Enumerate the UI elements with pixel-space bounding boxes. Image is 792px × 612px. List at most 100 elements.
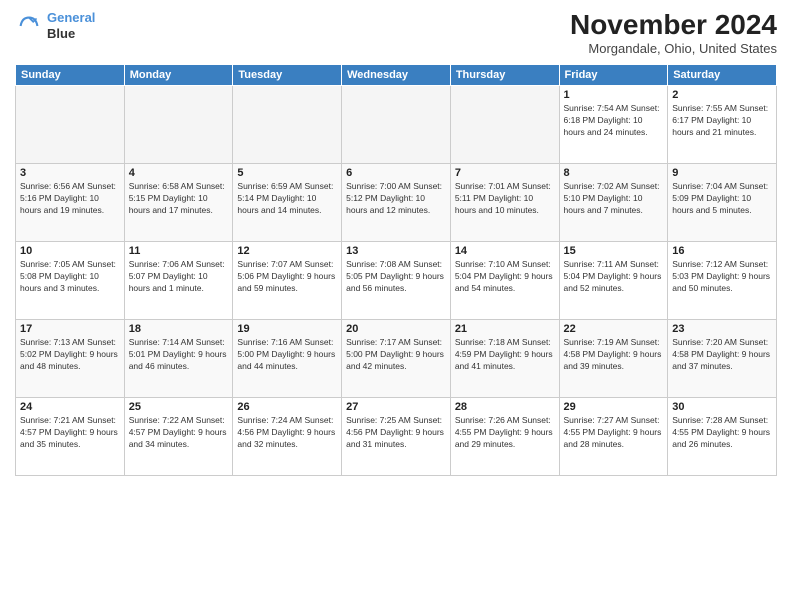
header: General Blue November 2024 Morgandale, O… — [15, 10, 777, 56]
day-info: Sunrise: 6:58 AM Sunset: 5:15 PM Dayligh… — [129, 181, 229, 217]
calendar-cell: 16 Sunrise: 7:12 AM Sunset: 5:03 PM Dayli… — [668, 241, 777, 319]
calendar-cell: 13Sunrise: 7:08 AM Sunset: 5:05 PM Dayli… — [342, 241, 451, 319]
calendar-cell: 22Sunrise: 7:19 AM Sunset: 4:58 PM Dayli… — [559, 319, 668, 397]
calendar-cell: 15Sunrise: 7:11 AM Sunset: 5:04 PM Dayli… — [559, 241, 668, 319]
calendar-header-row: SundayMondayTuesdayWednesdayThursdayFrid… — [16, 64, 777, 85]
calendar-cell: 18 Sunrise: 7:14 AM Sunset: 5:01 PM Dayli… — [124, 319, 233, 397]
calendar-cell: 14 Sunrise: 7:10 AM Sunset: 5:04 PM Dayli… — [450, 241, 559, 319]
title-block: November 2024 Morgandale, Ohio, United S… — [570, 10, 777, 56]
calendar-day-header: Thursday — [450, 64, 559, 85]
logo: General Blue — [15, 10, 95, 41]
day-info: Sunrise: 7:17 AM Sunset: 5:00 PM Dayligh… — [346, 337, 446, 373]
day-number: 28 — [455, 401, 555, 413]
calendar-day-header: Friday — [559, 64, 668, 85]
day-number: 21 — [455, 323, 555, 335]
calendar-cell: 11 Sunrise: 7:06 AM Sunset: 5:07 PM Dayli… — [124, 241, 233, 319]
calendar-cell: 30 Sunrise: 7:28 AM Sunset: 4:55 PM Dayli… — [668, 397, 777, 475]
day-info: Sunrise: 7:26 AM Sunset: 4:55 PM Dayligh… — [455, 415, 555, 451]
calendar-cell: 27 Sunrise: 7:25 AM Sunset: 4:56 PM Dayli… — [342, 397, 451, 475]
calendar-day-header: Sunday — [16, 64, 125, 85]
day-number: 24 — [20, 401, 120, 413]
day-number: 5 — [237, 167, 337, 179]
calendar-table: SundayMondayTuesdayWednesdayThursdayFrid… — [15, 64, 777, 476]
day-info: Sunrise: 7:16 AM Sunset: 5:00 PM Dayligh… — [237, 337, 337, 373]
day-number: 8 — [564, 167, 664, 179]
calendar-week-row: 10 Sunrise: 7:05 AM Sunset: 5:08 PM Dayli… — [16, 241, 777, 319]
calendar-cell — [233, 85, 342, 163]
day-number: 29 — [564, 401, 664, 413]
day-number: 9 — [672, 167, 772, 179]
day-number: 14 — [455, 245, 555, 257]
day-number: 4 — [129, 167, 229, 179]
location: Morgandale, Ohio, United States — [570, 41, 777, 56]
day-number: 23 — [672, 323, 772, 335]
month-title: November 2024 — [570, 10, 777, 41]
day-info: Sunrise: 7:04 AM Sunset: 5:09 PM Dayligh… — [672, 181, 772, 217]
day-number: 25 — [129, 401, 229, 413]
day-info: Sunrise: 6:56 AM Sunset: 5:16 PM Dayligh… — [20, 181, 120, 217]
calendar-cell: 2Sunrise: 7:55 AM Sunset: 6:17 PM Daylig… — [668, 85, 777, 163]
day-number: 30 — [672, 401, 772, 413]
logo-icon — [15, 12, 43, 40]
day-info: Sunrise: 7:08 AM Sunset: 5:05 PM Dayligh… — [346, 259, 446, 295]
calendar-day-header: Wednesday — [342, 64, 451, 85]
calendar-cell: 8 Sunrise: 7:02 AM Sunset: 5:10 PM Daylig… — [559, 163, 668, 241]
calendar-cell — [16, 85, 125, 163]
day-number: 11 — [129, 245, 229, 257]
calendar-cell: 7 Sunrise: 7:01 AM Sunset: 5:11 PM Daylig… — [450, 163, 559, 241]
day-number: 10 — [20, 245, 120, 257]
day-number: 17 — [20, 323, 120, 335]
day-info: Sunrise: 7:14 AM Sunset: 5:01 PM Dayligh… — [129, 337, 229, 373]
calendar-week-row: 17 Sunrise: 7:13 AM Sunset: 5:02 PM Dayli… — [16, 319, 777, 397]
calendar-cell: 29Sunrise: 7:27 AM Sunset: 4:55 PM Dayli… — [559, 397, 668, 475]
calendar-cell — [124, 85, 233, 163]
calendar-cell: 28 Sunrise: 7:26 AM Sunset: 4:55 PM Dayli… — [450, 397, 559, 475]
calendar-cell: 24Sunrise: 7:21 AM Sunset: 4:57 PM Dayli… — [16, 397, 125, 475]
calendar-week-row: 3Sunrise: 6:56 AM Sunset: 5:16 PM Daylig… — [16, 163, 777, 241]
calendar-day-header: Saturday — [668, 64, 777, 85]
day-info: Sunrise: 7:00 AM Sunset: 5:12 PM Dayligh… — [346, 181, 446, 217]
day-info: Sunrise: 7:20 AM Sunset: 4:58 PM Dayligh… — [672, 337, 772, 373]
day-info: Sunrise: 7:25 AM Sunset: 4:56 PM Dayligh… — [346, 415, 446, 451]
calendar-cell: 5 Sunrise: 6:59 AM Sunset: 5:14 PM Daylig… — [233, 163, 342, 241]
page-container: General Blue November 2024 Morgandale, O… — [0, 0, 792, 481]
day-info: Sunrise: 7:01 AM Sunset: 5:11 PM Dayligh… — [455, 181, 555, 217]
day-info: Sunrise: 7:13 AM Sunset: 5:02 PM Dayligh… — [20, 337, 120, 373]
day-number: 12 — [237, 245, 337, 257]
day-number: 18 — [129, 323, 229, 335]
day-number: 27 — [346, 401, 446, 413]
calendar-cell: 4 Sunrise: 6:58 AM Sunset: 5:15 PM Daylig… — [124, 163, 233, 241]
day-info: Sunrise: 7:10 AM Sunset: 5:04 PM Dayligh… — [455, 259, 555, 295]
day-info: Sunrise: 7:24 AM Sunset: 4:56 PM Dayligh… — [237, 415, 337, 451]
calendar-cell: 23 Sunrise: 7:20 AM Sunset: 4:58 PM Dayli… — [668, 319, 777, 397]
day-info: Sunrise: 7:06 AM Sunset: 5:07 PM Dayligh… — [129, 259, 229, 295]
day-info: Sunrise: 7:28 AM Sunset: 4:55 PM Dayligh… — [672, 415, 772, 451]
day-info: Sunrise: 6:59 AM Sunset: 5:14 PM Dayligh… — [237, 181, 337, 217]
day-number: 2 — [672, 89, 772, 101]
calendar-day-header: Tuesday — [233, 64, 342, 85]
day-info: Sunrise: 7:22 AM Sunset: 4:57 PM Dayligh… — [129, 415, 229, 451]
day-number: 19 — [237, 323, 337, 335]
day-info: Sunrise: 7:18 AM Sunset: 4:59 PM Dayligh… — [455, 337, 555, 373]
calendar-cell: 1Sunrise: 7:54 AM Sunset: 6:18 PM Daylig… — [559, 85, 668, 163]
day-number: 22 — [564, 323, 664, 335]
calendar-cell: 19 Sunrise: 7:16 AM Sunset: 5:00 PM Dayli… — [233, 319, 342, 397]
calendar-cell: 12 Sunrise: 7:07 AM Sunset: 5:06 PM Dayli… — [233, 241, 342, 319]
day-number: 20 — [346, 323, 446, 335]
calendar-cell: 17 Sunrise: 7:13 AM Sunset: 5:02 PM Dayli… — [16, 319, 125, 397]
day-number: 26 — [237, 401, 337, 413]
day-info: Sunrise: 7:07 AM Sunset: 5:06 PM Dayligh… — [237, 259, 337, 295]
day-info: Sunrise: 7:12 AM Sunset: 5:03 PM Dayligh… — [672, 259, 772, 295]
calendar-cell: 25 Sunrise: 7:22 AM Sunset: 4:57 PM Dayli… — [124, 397, 233, 475]
calendar-cell — [342, 85, 451, 163]
day-number: 16 — [672, 245, 772, 257]
calendar-cell: 3Sunrise: 6:56 AM Sunset: 5:16 PM Daylig… — [16, 163, 125, 241]
calendar-cell: 6 Sunrise: 7:00 AM Sunset: 5:12 PM Daylig… — [342, 163, 451, 241]
day-number: 7 — [455, 167, 555, 179]
day-info: Sunrise: 7:02 AM Sunset: 5:10 PM Dayligh… — [564, 181, 664, 217]
calendar-cell: 10 Sunrise: 7:05 AM Sunset: 5:08 PM Dayli… — [16, 241, 125, 319]
day-number: 6 — [346, 167, 446, 179]
calendar-cell: 9 Sunrise: 7:04 AM Sunset: 5:09 PM Daylig… — [668, 163, 777, 241]
day-info: Sunrise: 7:05 AM Sunset: 5:08 PM Dayligh… — [20, 259, 120, 295]
calendar-cell: 20 Sunrise: 7:17 AM Sunset: 5:00 PM Dayli… — [342, 319, 451, 397]
